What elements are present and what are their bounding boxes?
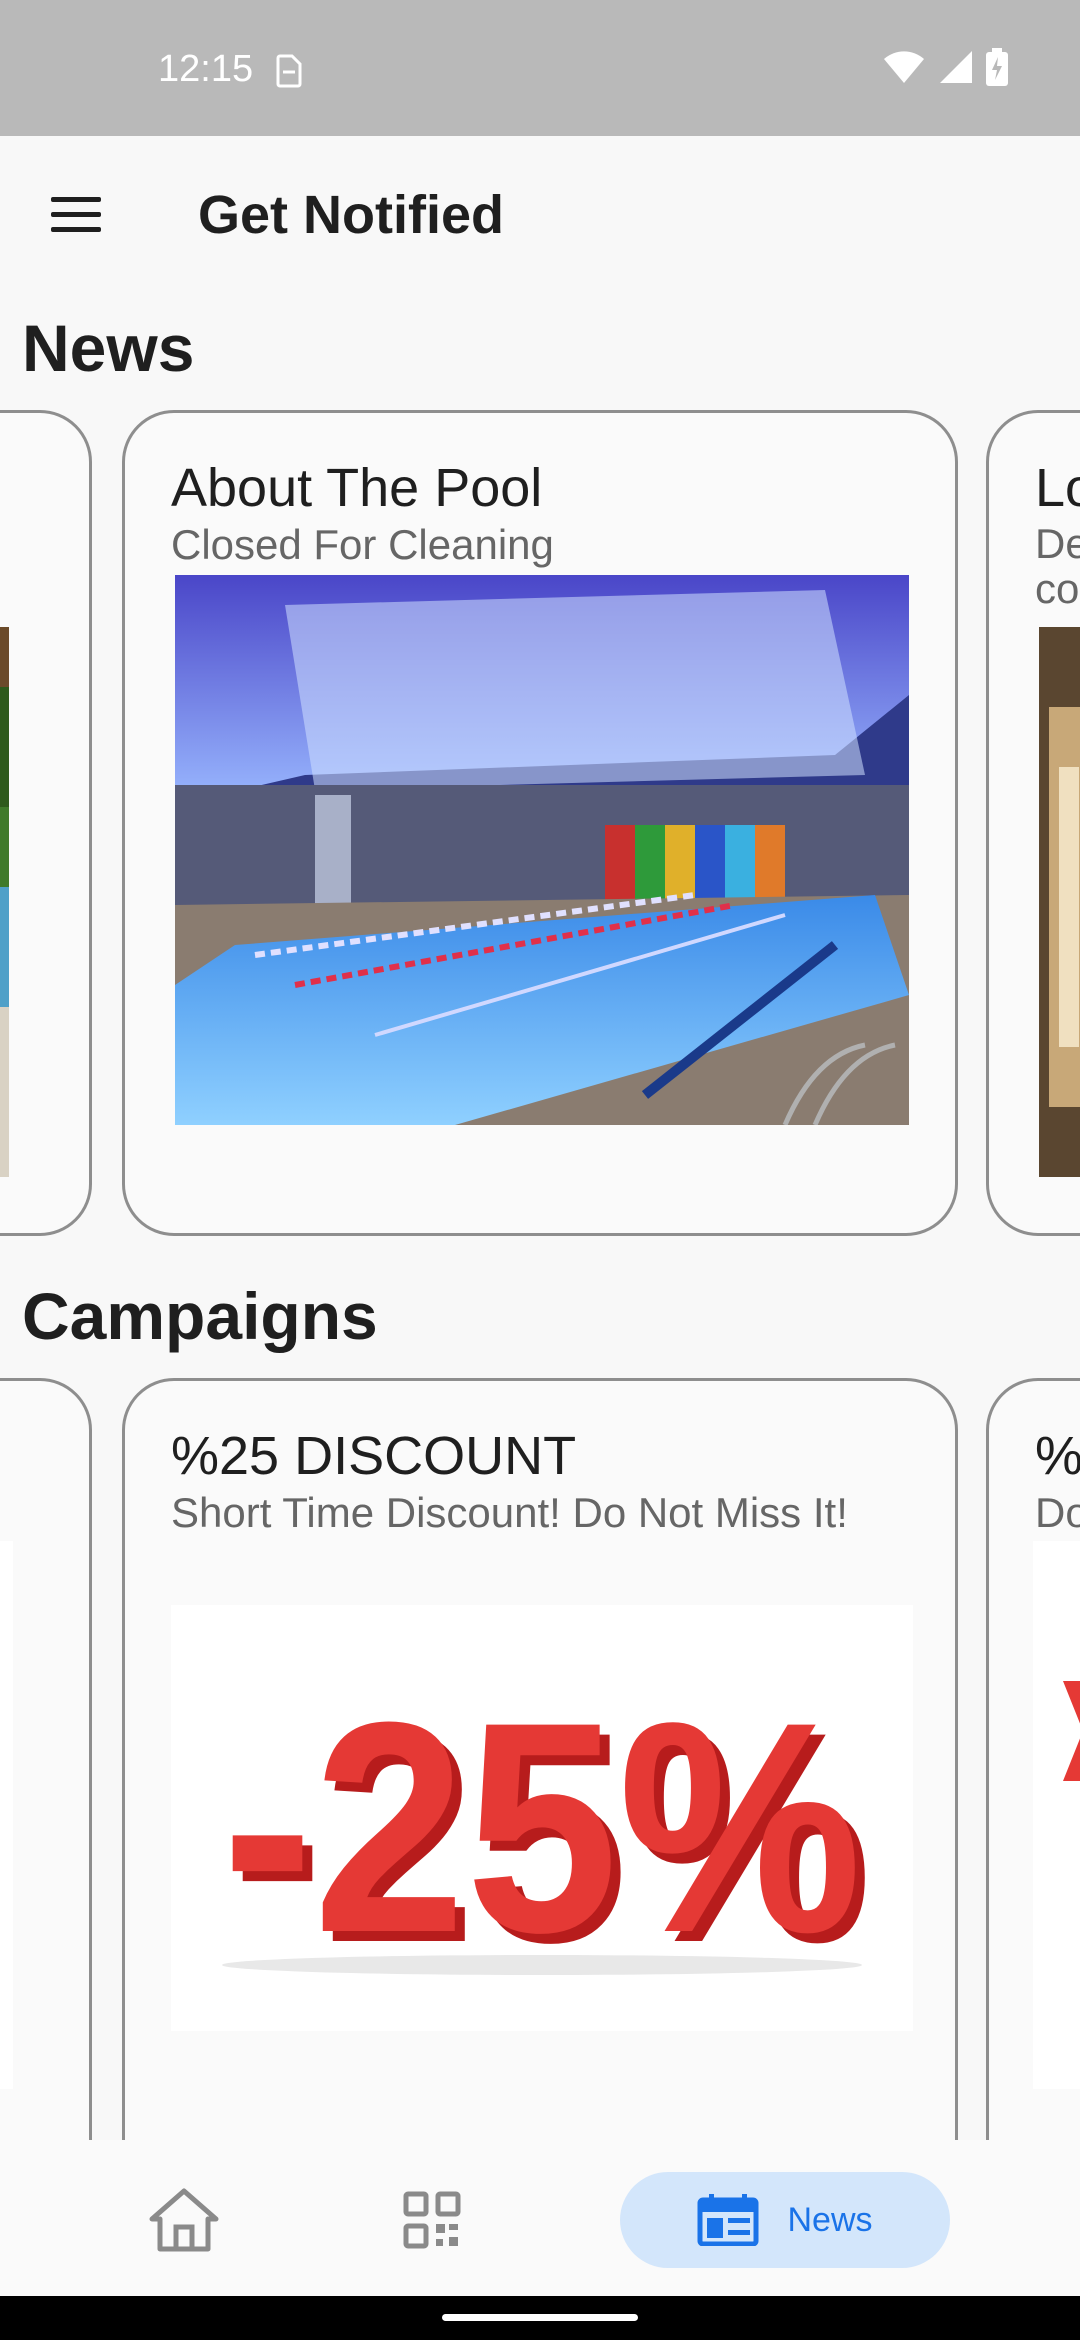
system-gesture-bar xyxy=(0,2296,1080,2340)
bottom-navigation: News xyxy=(0,2140,1080,2296)
battery-charging-icon xyxy=(986,48,1008,86)
discount-graphic-text: -25% xyxy=(222,1659,862,1995)
campaign-card-next[interactable]: %( Do xyxy=(986,1378,1080,2140)
campaign-card-next-title: %( xyxy=(1035,1426,1080,1486)
news-icon xyxy=(697,2194,759,2246)
news-card-next[interactable]: Lo De co xyxy=(986,410,1080,1236)
menu-icon[interactable] xyxy=(44,186,108,242)
campaign-card[interactable]: %25 DISCOUNT Short Time Discount! Do Not… xyxy=(122,1378,958,2140)
campaign-card-subtitle: Short Time Discount! Do Not Miss It! xyxy=(171,1489,848,1536)
news-card-next-subtitle: De co xyxy=(1035,520,1080,613)
news-card-previous[interactable] xyxy=(0,410,92,1236)
campaign-card-previous[interactable] xyxy=(0,1378,92,2140)
nav-news-label: News xyxy=(787,2200,873,2239)
campaign-card-title: %25 DISCOUNT xyxy=(171,1426,577,1486)
cellular-signal-icon xyxy=(940,51,972,83)
news-image-next xyxy=(1039,627,1080,1177)
nav-qr-scan[interactable] xyxy=(384,2172,480,2268)
news-card-title: About The Pool xyxy=(171,458,543,518)
nav-news[interactable]: News xyxy=(620,2172,950,2268)
campaign-image-next xyxy=(1033,1541,1080,2089)
pool-image xyxy=(175,575,909,1125)
sim-card-icon xyxy=(276,54,302,88)
news-section-title: News xyxy=(22,311,195,385)
page-title: Get Notified xyxy=(198,185,504,245)
news-image-previous xyxy=(0,627,9,1177)
qr-code-icon xyxy=(403,2191,461,2249)
nav-home[interactable] xyxy=(136,2172,232,2268)
campaigns-carousel[interactable]: %25 DISCOUNT Short Time Discount! Do Not… xyxy=(0,1378,1080,2140)
news-card[interactable]: About The Pool Closed For Cleaning xyxy=(122,410,958,1236)
news-carousel[interactable]: About The Pool Closed For Cleaning L D c… xyxy=(0,410,1080,1238)
discount-image: -25% -25% xyxy=(171,1605,913,2031)
home-gesture-handle[interactable] xyxy=(442,2314,638,2321)
campaign-card-next-subtitle: Do xyxy=(1035,1489,1080,1536)
app-bar: Get Notified xyxy=(0,136,1080,292)
campaign-image-previous xyxy=(0,1541,13,2089)
status-time: 12:15 xyxy=(158,48,254,90)
status-bar: 12:15 xyxy=(0,0,1080,136)
campaigns-section-title: Campaigns xyxy=(22,1279,378,1353)
news-card-next-title: Lo xyxy=(1035,458,1080,518)
news-card-subtitle: Closed For Cleaning xyxy=(171,521,554,568)
home-icon xyxy=(149,2188,219,2252)
wifi-icon xyxy=(884,51,924,83)
